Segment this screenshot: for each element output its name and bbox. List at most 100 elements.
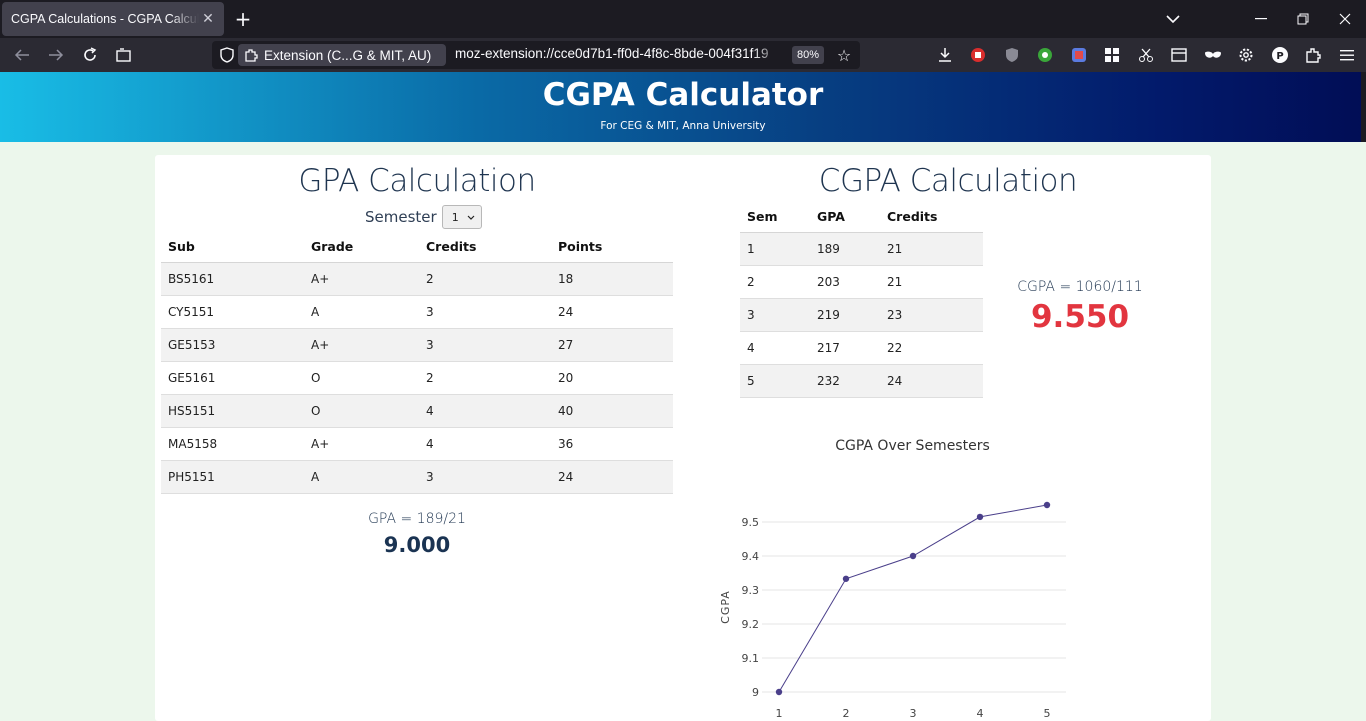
reload-icon[interactable] bbox=[77, 42, 103, 68]
list-all-tabs-icon[interactable] bbox=[1158, 0, 1188, 38]
table-row: PH5151 A 3 24 bbox=[161, 460, 673, 494]
profile-avatar-icon[interactable]: P bbox=[1263, 38, 1297, 72]
cgpa-fraction: CGPA = 1060/111 bbox=[1017, 279, 1143, 295]
url-bar[interactable]: Extension (C...G & MIT, AU) moz-extensio… bbox=[212, 41, 860, 69]
cell-subject: PH5151 bbox=[161, 460, 304, 494]
col-points: Points bbox=[551, 231, 673, 263]
extension-grid-icon[interactable] bbox=[1096, 38, 1130, 72]
minimize-icon[interactable] bbox=[1240, 0, 1282, 38]
settings-gear-icon[interactable] bbox=[1230, 38, 1264, 72]
y-tick-label: 9.5 bbox=[742, 516, 760, 529]
svg-text:P: P bbox=[1276, 51, 1283, 62]
extension-identity-chip[interactable]: Extension (C...G & MIT, AU) bbox=[238, 44, 446, 66]
cell-gpa: 232 bbox=[810, 364, 880, 398]
browser-nav-bar: Extension (C...G & MIT, AU) moz-extensio… bbox=[0, 38, 1366, 72]
cell-points: 24 bbox=[551, 460, 673, 494]
cell-grade: A+ bbox=[304, 328, 419, 362]
extension-green-icon[interactable] bbox=[1029, 38, 1063, 72]
cell-gpa: 217 bbox=[810, 331, 880, 365]
cell-credits: 24 bbox=[880, 364, 983, 398]
site-title: CGPA Calculator bbox=[542, 77, 824, 113]
col-credits: Credits bbox=[880, 201, 983, 233]
reader-view-icon[interactable] bbox=[111, 42, 137, 68]
forward-icon[interactable] bbox=[43, 42, 69, 68]
bookmark-star-icon[interactable]: ☆ bbox=[834, 45, 854, 65]
data-point bbox=[1043, 501, 1051, 509]
cgpa-table-header: Sem GPA Credits bbox=[740, 201, 983, 233]
cell-grade: O bbox=[304, 361, 419, 395]
url-text[interactable]: moz-extension://cce0d7b1-ff0d-4f8c-8bde-… bbox=[455, 46, 785, 61]
cell-points: 27 bbox=[551, 328, 673, 362]
y-tick-label: 9.2 bbox=[742, 618, 760, 631]
semester-select-value: 1 bbox=[451, 210, 459, 224]
y-tick-label: 9.3 bbox=[742, 584, 760, 597]
cell-grade: A+ bbox=[304, 427, 419, 461]
back-icon[interactable] bbox=[9, 42, 35, 68]
cell-credits: 2 bbox=[419, 361, 551, 395]
new-tab-icon[interactable]: + bbox=[232, 7, 254, 31]
x-tick-label: 1 bbox=[776, 707, 783, 720]
cgpa-value: 9.550 bbox=[1030, 299, 1130, 335]
browser-tab[interactable]: CGPA Calculations - CGPA Calculator ✕ bbox=[2, 2, 224, 36]
y-tick-label: 9.1 bbox=[742, 652, 760, 665]
table-row: 3 219 23 bbox=[740, 298, 983, 332]
close-window-icon[interactable] bbox=[1324, 0, 1366, 38]
sidebar-icon[interactable] bbox=[1163, 38, 1197, 72]
cell-subject: CY5151 bbox=[161, 295, 304, 329]
tracking-shield-icon[interactable] bbox=[219, 47, 235, 63]
table-row: GE5153 A+ 3 27 bbox=[161, 328, 673, 362]
downloads-icon[interactable] bbox=[928, 38, 962, 72]
gpa-table-header: Sub Grade Credits Points bbox=[161, 231, 673, 263]
extension-scissors-icon[interactable] bbox=[1129, 38, 1163, 72]
cell-credits: 22 bbox=[880, 331, 983, 365]
y-axis-label: CGPA bbox=[719, 590, 732, 624]
extension-red-icon[interactable] bbox=[962, 38, 996, 72]
col-gpa: GPA bbox=[810, 201, 880, 233]
cell-credits: 21 bbox=[880, 265, 983, 299]
semester-label: Semester bbox=[365, 208, 437, 226]
ublock-icon[interactable] bbox=[995, 38, 1029, 72]
cell-points: 18 bbox=[551, 262, 673, 296]
cell-credits: 23 bbox=[880, 298, 983, 332]
gpa-table: Sub Grade Credits Points BS5161 A+ 2 18 … bbox=[161, 231, 673, 494]
cell-grade: O bbox=[304, 394, 419, 428]
cell-credits: 4 bbox=[419, 394, 551, 428]
cell-points: 36 bbox=[551, 427, 673, 461]
gpa-fraction: GPA = 189/21 bbox=[368, 511, 466, 527]
cell-grade: A bbox=[304, 295, 419, 329]
col-sem: Sem bbox=[740, 201, 810, 233]
close-tab-icon[interactable]: ✕ bbox=[198, 9, 218, 29]
cell-sem: 4 bbox=[740, 331, 810, 365]
series-line bbox=[778, 504, 1048, 693]
cgpa-table: Sem GPA Credits 1 189 21 2 203 21 3 219 … bbox=[740, 201, 983, 398]
col-sub: Sub bbox=[161, 231, 304, 263]
restore-icon[interactable] bbox=[1282, 0, 1324, 38]
cgpa-chart: CGPA Over Semesters 9 9.1 9.2 9.3 9.4 9.5 1 2 3 4… bbox=[715, 430, 1075, 721]
cell-points: 40 bbox=[551, 394, 673, 428]
cell-gpa: 189 bbox=[810, 232, 880, 266]
cell-sem: 2 bbox=[740, 265, 810, 299]
extension-translate-icon[interactable] bbox=[1062, 38, 1096, 72]
table-row: HS5151 O 4 40 bbox=[161, 394, 673, 428]
extensions-puzzle-icon[interactable] bbox=[1297, 38, 1331, 72]
x-tick-label: 5 bbox=[1044, 707, 1051, 720]
app-menu-icon[interactable] bbox=[1330, 38, 1364, 72]
x-tick-label: 4 bbox=[977, 707, 984, 720]
table-row: MA5158 A+ 4 36 bbox=[161, 427, 673, 461]
site-header: CGPA Calculator For CEG & MIT, Anna Univ… bbox=[0, 72, 1366, 142]
gpa-heading: GPA Calculation bbox=[298, 163, 536, 199]
cell-credits: 2 bbox=[419, 262, 551, 296]
cell-sem: 5 bbox=[740, 364, 810, 398]
zoom-indicator[interactable]: 80% bbox=[792, 46, 825, 64]
page-scrollbar[interactable] bbox=[1361, 72, 1366, 142]
main-card: GPA Calculation Semester 1 Sub Grade Cre… bbox=[155, 155, 1211, 721]
semester-select[interactable]: 1 bbox=[441, 205, 482, 229]
extension-chip-label: Extension (C...G & MIT, AU) bbox=[264, 47, 432, 63]
puzzle-icon bbox=[245, 49, 258, 62]
table-row: 2 203 21 bbox=[740, 265, 983, 299]
cell-subject: BS5161 bbox=[161, 262, 304, 296]
tab-title: CGPA Calculations - CGPA Calculator bbox=[11, 12, 199, 26]
private-mask-icon[interactable] bbox=[1196, 38, 1230, 72]
cgpa-heading: CGPA Calculation bbox=[818, 163, 1078, 199]
cell-subject: HS5151 bbox=[161, 394, 304, 428]
